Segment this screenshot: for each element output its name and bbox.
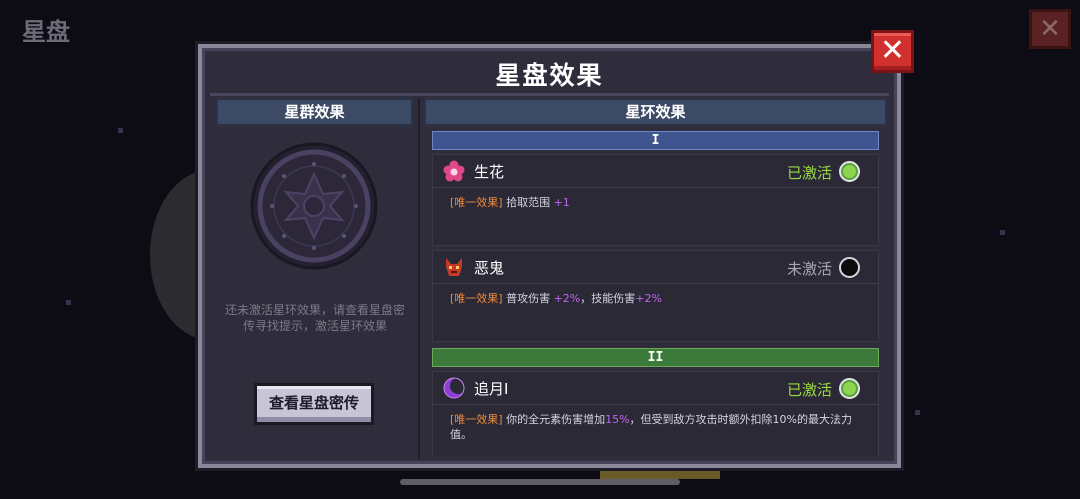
active-indicator-icon: [839, 378, 860, 399]
effect-status: 未激活: [786, 260, 832, 278]
effect-name: 追月Ⅰ: [474, 380, 509, 398]
effect-description: [唯一效果] 拾取范围 +1: [450, 195, 870, 210]
effect-text: 拾取范围: [506, 196, 554, 209]
background-star: [118, 128, 123, 133]
active-indicator-icon: [839, 161, 860, 182]
effect-name: 恶鬼: [474, 259, 505, 277]
constellation-panel: 星群效果 还未激活星环效果，请查看星盘密传寻找提示，激活星环效果 查看星盘密传: [216, 98, 413, 456]
effect-value: 15%: [605, 413, 630, 426]
home-indicator: [400, 479, 680, 485]
effect-card-flower: 生花 已激活 [唯一效果] 拾取范围 +1: [432, 154, 879, 246]
constellation-header: 星群效果: [216, 98, 413, 126]
background-star: [1000, 230, 1005, 235]
effect-header: 生花 已激活: [433, 155, 878, 188]
crescent-moon-icon: [443, 377, 465, 399]
demon-icon: [446, 258, 462, 276]
constellation-hint: 还未激活星环效果，请查看星盘密传寻找提示，激活星环效果: [224, 303, 405, 333]
unique-effect-tag: [唯一效果]: [450, 196, 503, 209]
view-star-disk-secrets-button[interactable]: 查看星盘密传: [254, 383, 374, 425]
background-star: [66, 300, 71, 305]
effect-status: 已激活: [786, 164, 832, 182]
effect-description: [唯一效果] 你的全元素伤害增加15%，但受到敌方攻击时额外扣除10%的最大法力…: [450, 412, 870, 442]
effect-text: 普攻伤害: [506, 292, 554, 305]
effect-header: 恶鬼 未激活: [433, 251, 878, 284]
tier-2-bar: II: [432, 348, 879, 367]
effect-name: 生花: [474, 163, 505, 181]
effect-header: 追月Ⅰ 已激活: [433, 372, 878, 405]
tier-1-bar: I: [432, 131, 879, 150]
star-ring-header: 星环效果: [424, 98, 887, 126]
star-disk-modal: 星盘效果 星群效果 还未激活星环效果，请查看星盘密传寻找提示，激活星环效果 查看…: [198, 44, 901, 468]
effect-value: +1: [553, 196, 570, 209]
effect-text: 你的全元素伤害增加: [506, 413, 606, 426]
effect-description: [唯一效果] 普攻伤害 +2%，技能伤害+2%: [450, 291, 870, 306]
background-close-icon: ✕: [1029, 9, 1071, 49]
modal-title: 星盘效果: [495, 61, 604, 90]
unique-effect-tag: [唯一效果]: [450, 292, 503, 305]
star-ring-panel: 星环效果 I 生花 已激活 [唯一效果] 拾取范围 +1 恶鬼 未激活 [唯一效…: [424, 98, 887, 456]
effect-text: ，技能伤害: [580, 292, 636, 305]
unique-effect-tag: [唯一效果]: [450, 413, 503, 426]
effect-card-chasing-moon: 追月Ⅰ 已激活 [唯一效果] 你的全元素伤害增加15%，但受到敌方攻击时额外扣除…: [432, 371, 879, 456]
effect-card-demon: 恶鬼 未激活 [唯一效果] 普攻伤害 +2%，技能伤害+2%: [432, 250, 879, 342]
effect-status: 已激活: [786, 381, 832, 399]
panel-divider: [418, 98, 420, 458]
inactive-indicator-icon: [839, 257, 860, 278]
close-button[interactable]: ✕: [871, 30, 914, 73]
modal-divider: [210, 93, 889, 96]
background-star: [915, 410, 920, 415]
star-disk-icon: [250, 142, 378, 270]
effect-value: +2%: [635, 292, 662, 305]
flower-icon: [443, 160, 465, 182]
effect-value: +2%: [553, 292, 581, 305]
background-title: 星盘: [22, 18, 70, 46]
background-gold-deco: [600, 471, 720, 479]
